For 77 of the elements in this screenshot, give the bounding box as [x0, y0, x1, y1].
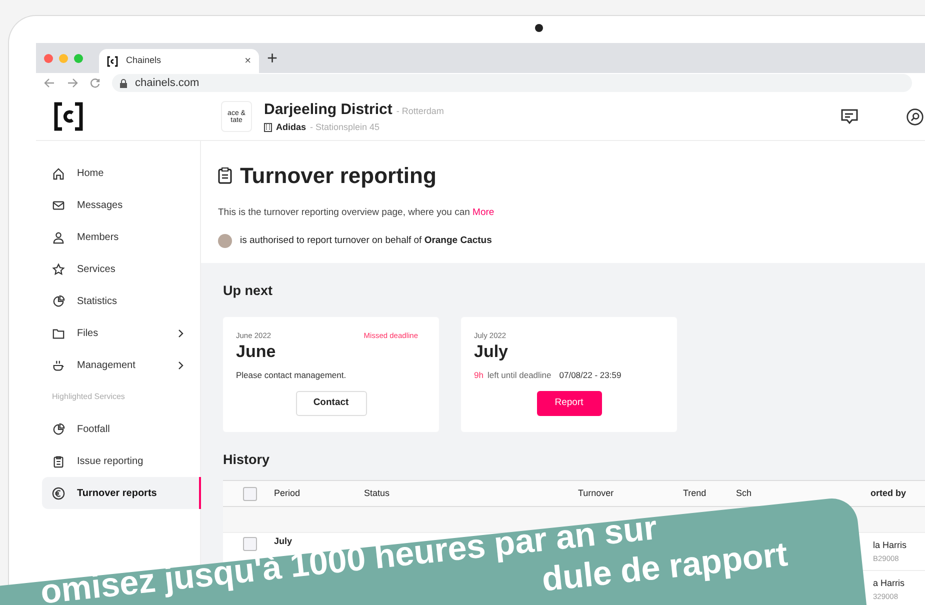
sidebar-item[interactable]: Management: [42, 349, 194, 381]
authorisation-text: is authorised to report turnover on behalf of Orange Cactus: [240, 234, 492, 248]
sidebar-item[interactable]: Footfall: [42, 413, 194, 445]
table-cell-text: July: [274, 535, 292, 548]
page-title: Turnover reporting: [240, 162, 436, 190]
logo-icon[interactable]: [54, 102, 83, 131]
banner-text: an: [554, 519, 597, 554]
card-message: Please contact management.: [236, 369, 346, 382]
banner-text: heures: [372, 530, 487, 572]
banner-text: omisez: [39, 566, 157, 605]
cup-icon: [52, 358, 65, 372]
month-title: June: [236, 341, 277, 363]
banner-text: sur: [602, 512, 658, 548]
home-icon: [52, 166, 65, 180]
pie-chart-icon: [52, 422, 65, 436]
clipboard-icon: [218, 167, 232, 184]
close-window-icon[interactable]: [44, 54, 53, 62]
column-header: orted by: [870, 486, 906, 500]
column-header: Period: [274, 486, 302, 500]
avatar: [218, 234, 232, 248]
sidebar-item[interactable]: Home: [42, 157, 194, 189]
report-button[interactable]: Report: [536, 390, 602, 416]
sidebar-item[interactable]: Messages: [42, 189, 194, 221]
favicon-icon: [107, 56, 118, 66]
reporter-name: a Harris: [873, 577, 906, 590]
checkbox[interactable]: [243, 537, 257, 551]
city-name: - Rotterdam: [396, 104, 444, 118]
brand-name: Adidas: [276, 121, 306, 134]
reporter-name: la Harris: [873, 539, 908, 552]
building-icon: [264, 123, 272, 132]
star-icon: [52, 262, 65, 276]
section-heading: History: [223, 450, 271, 469]
section-heading: Up next: [223, 282, 274, 300]
url-field[interactable]: chainels.com: [112, 74, 912, 92]
banner-text: rapport: [667, 539, 789, 582]
tab-title: Chainels: [126, 54, 162, 68]
browser-tab[interactable]: Chainels ×: [99, 49, 259, 73]
address-text: - Stationsplein 45: [310, 121, 380, 134]
sidebar-item[interactable]: Turnover reports: [42, 477, 201, 509]
envelope-icon: [52, 198, 65, 212]
reload-icon[interactable]: [90, 78, 100, 88]
euro-icon: [52, 486, 65, 500]
clipboard-icon: [52, 454, 65, 468]
sidebar-item[interactable]: Files: [42, 317, 194, 349]
month-title: July: [474, 341, 510, 363]
hours-left: 9h: [474, 369, 484, 382]
sidebar-item[interactable]: Members: [42, 221, 194, 253]
column-header: Sch: [736, 486, 753, 500]
folder-icon: [52, 326, 65, 340]
camera-icon: [535, 24, 543, 32]
page-description: This is the turnover reporting overview page, where you can More: [218, 206, 496, 220]
deadline-text: left until deadline: [487, 369, 552, 382]
checkbox[interactable]: [243, 486, 257, 500]
banner-text: dule: [540, 558, 614, 595]
pie-chart-icon: [52, 294, 65, 308]
url-text: chainels.com: [135, 76, 200, 91]
sidebar-item[interactable]: Statistics: [42, 285, 194, 317]
column-header: Turnover: [578, 486, 615, 500]
forward-icon[interactable]: [67, 78, 78, 88]
tab-close-button[interactable]: ×: [244, 52, 251, 70]
chat-icon[interactable]: [841, 108, 858, 124]
new-tab-button[interactable]: +: [267, 49, 278, 67]
more-link[interactable]: More: [472, 207, 494, 218]
sidebar-item[interactable]: Issue reporting: [42, 445, 194, 477]
person-icon: [52, 230, 65, 244]
lock-icon: [120, 78, 127, 88]
banner-text: de: [619, 552, 662, 587]
section-label: Highlighted Services: [51, 391, 126, 403]
column-header: Status: [364, 486, 391, 500]
location-name: Darjeeling District: [264, 100, 392, 120]
back-icon[interactable]: [44, 78, 55, 88]
search-icon[interactable]: [906, 108, 924, 126]
column-header: Trend: [683, 486, 708, 500]
maximize-window-icon[interactable]: [74, 54, 83, 62]
sidebar-item[interactable]: Services: [42, 253, 194, 285]
contact-button[interactable]: Contact: [296, 390, 366, 416]
deadline-date: 07/08/22 - 23:59: [559, 369, 622, 382]
